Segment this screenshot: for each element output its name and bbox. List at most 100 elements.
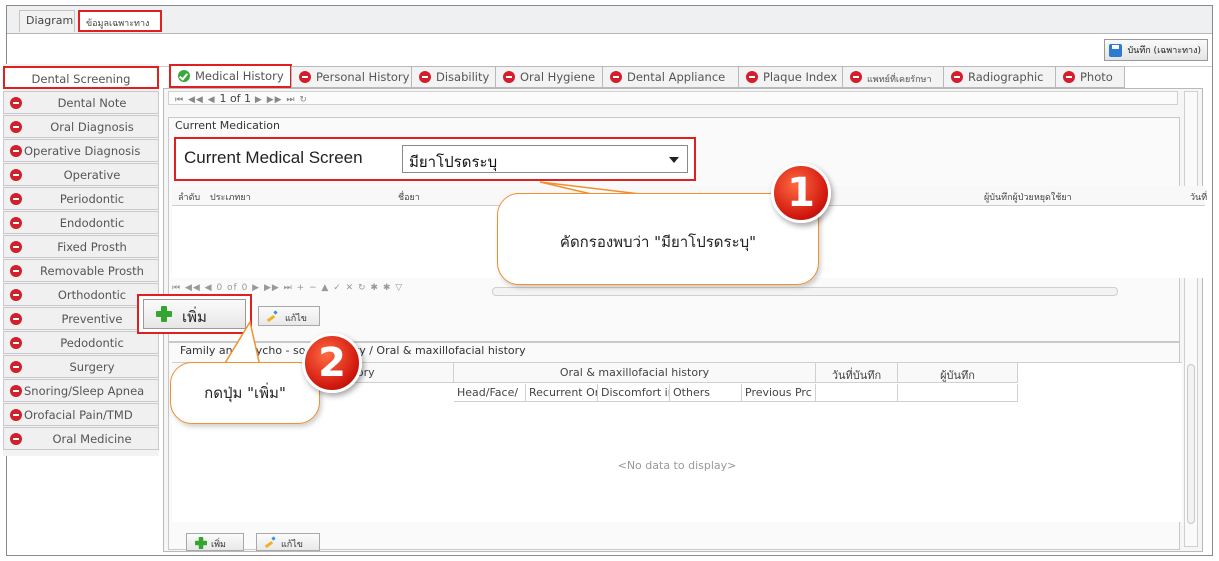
sidebar-item-oral-diagnosis[interactable]: Oral Diagnosis (3, 115, 159, 138)
plus-icon (156, 306, 172, 322)
no-entry-icon (10, 121, 22, 133)
empty-header-cell (898, 384, 1018, 402)
no-entry-icon (299, 71, 311, 83)
tab-previous-dentist[interactable]: แพทย์ที่เคยรักษา (842, 66, 944, 88)
plus-icon (195, 537, 207, 549)
edit-medication-button[interactable]: แก้ไข (258, 306, 320, 326)
no-entry-icon (610, 71, 622, 83)
sidebar-item-label: Oral Medicine (52, 432, 132, 446)
sidebar-item-orofacial-pain-tmd[interactable]: Orofacial Pain/TMD (3, 403, 159, 426)
no-entry-icon (10, 385, 22, 397)
filter-label: Current Medical Screen (184, 148, 363, 167)
page-indicator: 0 of 0 (216, 283, 249, 293)
add-medication-button[interactable]: เพิ่ม (143, 299, 246, 329)
sidebar-item-removable-prosth[interactable]: Removable Prosth (3, 259, 159, 282)
tab-personal-history[interactable]: Personal History (291, 66, 412, 88)
tab-medical-history[interactable]: Medical History (169, 64, 292, 88)
tab-plaque-index[interactable]: Plaque Index (738, 66, 843, 88)
sidebar: Dental Screening Dental Note Oral Diagno… (3, 64, 159, 456)
subtab-bar: Medical History Personal History Disabil… (163, 64, 1203, 88)
no-entry-icon (10, 169, 22, 181)
tab-label: Disability (436, 70, 490, 84)
tab-radiographic[interactable]: Radiographic (943, 66, 1056, 88)
top-tab-bar: Diagram ข้อมูลเฉพาะทาง (7, 6, 1212, 34)
column-header: ผู้บันทึก (898, 363, 1018, 383)
tab-specialty-info[interactable]: ข้อมูลเฉพาะทาง (78, 10, 162, 32)
sidebar-item-label: Preventive (61, 312, 123, 326)
tab-oral-hygiene[interactable]: Oral Hygiene (495, 66, 603, 88)
sidebar-item-orthodontic[interactable]: Orthodontic (3, 283, 159, 306)
column-header: Oral & maxillofacial history (454, 363, 816, 383)
no-entry-icon (10, 289, 22, 301)
medical-screen-dropdown[interactable]: มียาโปรดระบุ (402, 145, 688, 173)
callout-1-number-badge: 1 (771, 163, 831, 223)
check-circle-icon (178, 70, 190, 82)
save-specialty-button[interactable]: บันทึก (เฉพาะทาง) (1104, 39, 1208, 61)
sidebar-item-label: Orofacial Pain/TMD (24, 408, 133, 422)
sidebar-item-label: Pedodontic (60, 336, 124, 350)
callout-2-text: กดปุ่ม "เพิ่ม" (204, 384, 286, 402)
sidebar-item-label: Fixed Prosth (57, 240, 127, 254)
scrollbar-thumb[interactable] (1187, 364, 1195, 524)
tab-label: Medical History (195, 69, 284, 83)
column-header: Recurrent Or (526, 384, 598, 402)
sidebar-item-preventive[interactable]: Preventive (3, 307, 159, 330)
add-button-highlight: เพิ่ม (137, 294, 252, 334)
edit-button-label: แก้ไข (285, 314, 307, 324)
record-navigator[interactable]: ⏮ ◀◀ ◀ 1 of 1 ▶ ▶▶ ⏭ ↻ (168, 91, 1178, 105)
sidebar-item-dental-note[interactable]: Dental Note (3, 91, 159, 114)
column-header: ประเภทยา (210, 193, 251, 203)
no-entry-icon (10, 97, 22, 109)
pencil-icon (267, 311, 279, 321)
sidebar-item-pedodontic[interactable]: Pedodontic (3, 331, 159, 354)
sidebar-item-operative-diagnosis[interactable]: Operative Diagnosis (3, 139, 159, 162)
add-button-label: เพิ่ม (182, 308, 207, 326)
vertical-scrollbar[interactable] (1184, 91, 1198, 547)
no-entry-icon (10, 433, 22, 445)
edit-family-history-button[interactable]: แก้ไข (256, 533, 320, 551)
dropdown-value: มียาโปรดระบุ (409, 153, 498, 171)
no-entry-icon (10, 217, 22, 229)
sidebar-item-endodontic[interactable]: Endodontic (3, 211, 159, 234)
sidebar-item-periodontic[interactable]: Periodontic (3, 187, 159, 210)
empty-header-cell (816, 384, 898, 402)
sidebar-item-operative[interactable]: Operative (3, 163, 159, 186)
save-button-label: บันทึก (เฉพาะทาง) (1127, 46, 1201, 56)
tab-diagram[interactable]: Diagram (19, 10, 75, 32)
sidebar-item-oral-medicine[interactable]: Oral Medicine (3, 427, 159, 450)
column-header: Head/Face/ (454, 384, 526, 402)
no-entry-icon (746, 71, 758, 83)
no-entry-icon (10, 265, 22, 277)
save-icon (1109, 44, 1123, 57)
callout-2-bubble: กดปุ่ม "เพิ่ม" (170, 362, 320, 424)
sidebar-item-label: Orthodontic (57, 288, 127, 302)
column-header: Discomfort ir (598, 384, 670, 402)
no-entry-icon (10, 313, 22, 325)
tab-photo[interactable]: Photo (1055, 66, 1125, 88)
tab-label: แพทย์ที่เคยรักษา (867, 75, 932, 85)
tab-label: Radiographic (968, 70, 1044, 84)
no-entry-icon (1063, 71, 1075, 83)
callout-1-bubble: คัดกรองพบว่า "มียาโปรดระบุ" (497, 193, 819, 285)
sidebar-item-label: Operative (63, 168, 121, 182)
empty-state-text: <No data to display> (617, 459, 737, 472)
no-entry-icon (951, 71, 963, 83)
group-title: Current Medication (175, 119, 280, 132)
sidebar-item-fixed-prosth[interactable]: Fixed Prosth (3, 235, 159, 258)
sidebar-item-surgery[interactable]: Surgery (3, 355, 159, 378)
tab-label: Dental Appliance (627, 70, 726, 84)
edit-button-label: แก้ไข (281, 540, 303, 550)
page-indicator: 1 of 1 (219, 92, 252, 105)
current-medical-screen-filter: Current Medical Screen มียาโปรดระบุ (174, 137, 696, 181)
column-header: Previous Prc (742, 384, 816, 402)
sidebar-item-snoring-sleep-apnea[interactable]: Snoring/Sleep Apnea (3, 379, 159, 402)
tab-disability[interactable]: Disability (411, 66, 496, 88)
horizontal-scrollbar[interactable] (492, 287, 1118, 296)
column-header: Others (670, 384, 742, 402)
sidebar-item-label: Oral Diagnosis (50, 120, 134, 134)
column-header: ชื่อยา (398, 193, 420, 203)
add-family-history-button[interactable]: เพิ่ม (186, 533, 244, 551)
tab-dental-appliance[interactable]: Dental Appliance (602, 66, 739, 88)
sidebar-item-dental-screening[interactable]: Dental Screening (3, 66, 159, 89)
sidebar-item-label: Periodontic (59, 192, 125, 206)
